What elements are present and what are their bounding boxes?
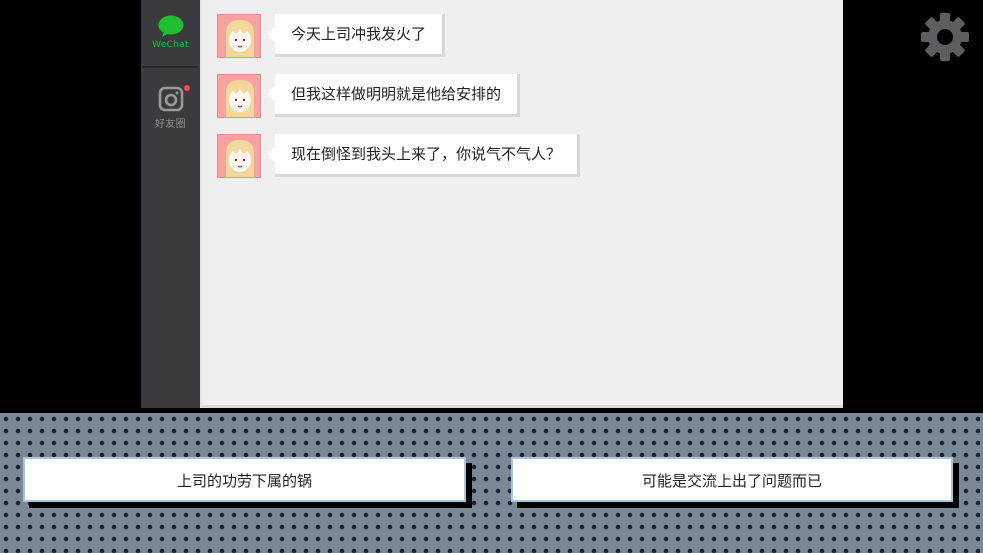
chat-panel: 今天上司冲我发火了 但我这样做明明就是他给安排的 现在倒怪到我头上来了，你说气不… <box>200 0 843 408</box>
settings-gear-icon[interactable] <box>920 12 970 62</box>
chat-message: 今天上司冲我发火了 <box>217 14 446 58</box>
message-text: 但我这样做明明就是他给安排的 <box>275 74 521 117</box>
message-bubble: 但我这样做明明就是他给安排的 <box>266 74 521 117</box>
chat-message: 现在倒怪到我头上来了，你说气不气人？ <box>217 134 581 178</box>
sidebar-item-moments[interactable]: 好友圈 <box>141 85 200 130</box>
sidebar-divider <box>143 66 198 68</box>
chat-message: 但我这样做明明就是他给安排的 <box>217 74 521 118</box>
sidebar-item-wechat[interactable]: WeChat <box>141 14 200 50</box>
sidebar: WeChat 好友圈 <box>141 0 200 408</box>
notification-dot <box>184 85 190 91</box>
choice-button-right[interactable]: 可能是交流上出了问题而已 <box>511 457 953 502</box>
avatar <box>217 74 261 118</box>
wechat-label: WeChat <box>152 40 189 50</box>
message-text: 现在倒怪到我头上来了，你说气不气人？ <box>275 134 581 177</box>
message-text: 今天上司冲我发火了 <box>275 14 446 57</box>
avatar <box>217 14 261 58</box>
message-bubble: 今天上司冲我发火了 <box>266 14 446 57</box>
moments-label: 好友圈 <box>155 119 186 130</box>
avatar <box>217 134 261 178</box>
wechat-icon <box>158 15 183 37</box>
camera-icon <box>158 86 183 112</box>
message-bubble: 现在倒怪到我头上来了，你说气不气人？ <box>266 134 581 177</box>
choice-area: 上司的功劳下属的锅 可能是交流上出了问题而已 <box>0 413 983 553</box>
choice-button-left[interactable]: 上司的功劳下属的锅 <box>23 457 466 502</box>
